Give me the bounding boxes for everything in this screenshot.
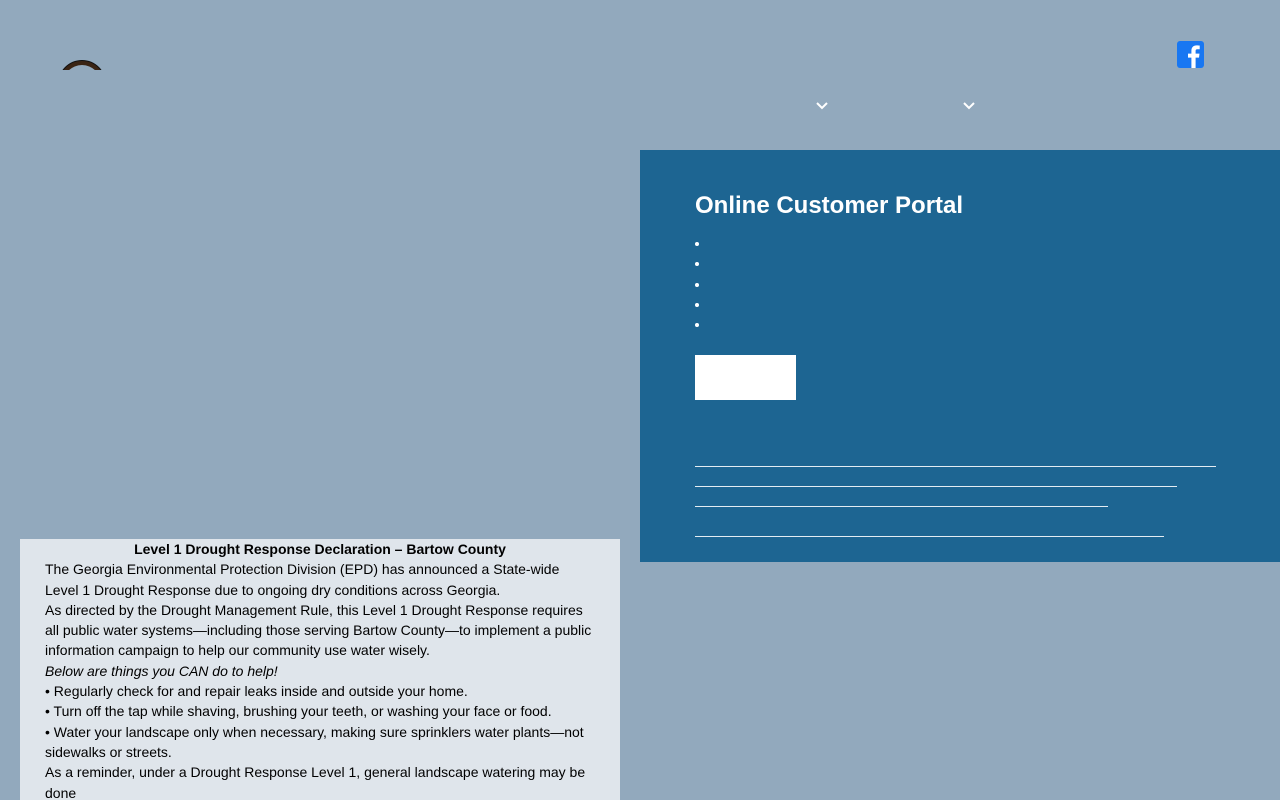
notice-title: Level 1 Drought Response Declaration – B… [134,541,506,557]
county-seal-icon [58,60,106,70]
notice-paragraph: As directed by the Drought Management Ru… [45,601,592,659]
list-item [695,260,995,280]
list-item [695,240,995,260]
portal-link[interactable] [695,466,1216,467]
portal-link[interactable] [695,486,1177,487]
list-item [695,281,995,301]
list-item [695,321,995,341]
nav-dropdown-toggle-2[interactable] [962,98,976,110]
nav-dropdown-toggle-1[interactable] [815,98,829,110]
portal-login-button[interactable] [695,355,796,400]
notice-bullet: • Water your landscape only when necessa… [45,723,584,760]
portal-title: Online Customer Portal [695,192,964,219]
county-logo[interactable] [58,58,108,70]
notice-paragraph: As a reminder, under a Drought Response … [45,764,586,800]
portal-link[interactable] [695,536,1164,537]
portal-link[interactable] [695,506,1108,507]
notice-paragraph: The Georgia Environmental Protection Div… [45,561,560,598]
chevron-down-icon [816,102,828,110]
facebook-link[interactable] [1177,41,1204,68]
facebook-icon [1177,41,1204,68]
portal-feature-list [695,240,995,341]
chevron-down-icon [963,102,975,110]
list-item [695,301,995,321]
customer-portal-panel: Online Customer Portal [640,150,1280,562]
notice-callout: Below are things you CAN do to help! [45,662,278,679]
notice-bullet: • Turn off the tap while shaving, brushi… [45,703,552,720]
drought-notice: Level 1 Drought Response Declaration – B… [20,539,620,800]
notice-bullet: • Regularly check for and repair leaks i… [45,683,468,700]
